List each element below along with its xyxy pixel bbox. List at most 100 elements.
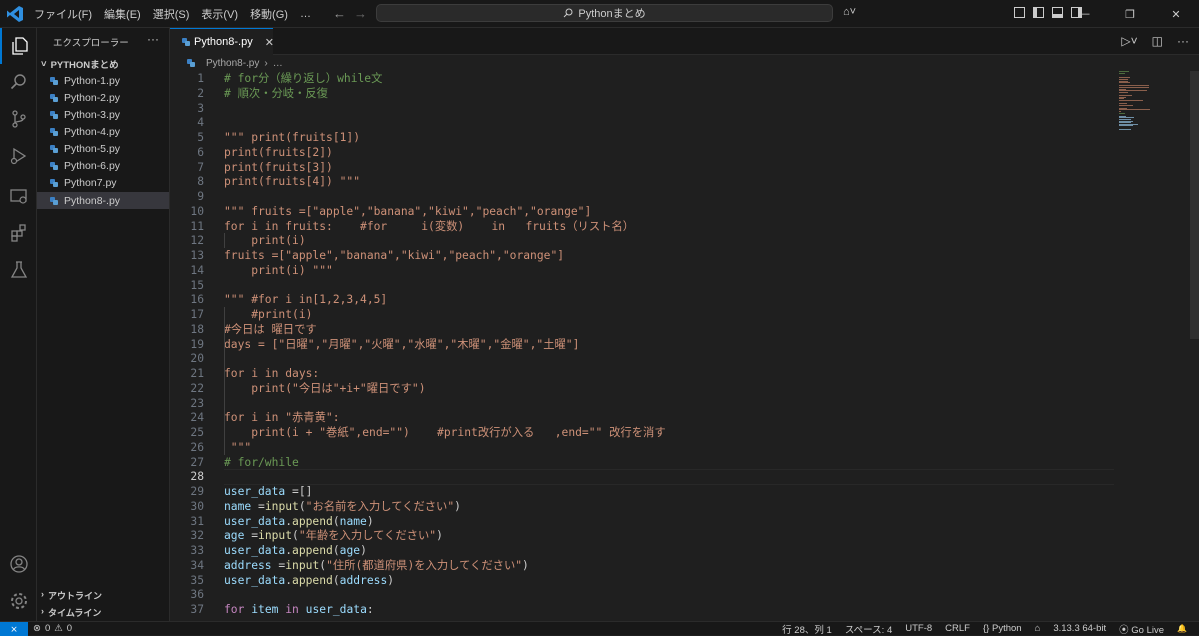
code-line[interactable]: 29 user_data =[] [170, 484, 1110, 499]
account-icon[interactable] [0, 546, 37, 582]
breadcrumb-file[interactable]: Python8-.py [206, 58, 259, 69]
code-line[interactable]: 8 print(fruits[4]) """ [170, 174, 1110, 189]
code-text: print(fruits[3]) [224, 160, 333, 174]
file-item[interactable]: Python-6.py [37, 157, 169, 174]
python-interpreter[interactable]: 3.13.3 64-bit [1053, 623, 1106, 634]
source-control-icon[interactable] [0, 101, 37, 137]
timeline-section[interactable]: › タイムライン [41, 606, 101, 619]
go-live-button[interactable]: ⦿ Go Live [1119, 622, 1164, 636]
outline-section[interactable]: › アウトライン [41, 589, 102, 602]
testing-flask-icon[interactable] [0, 252, 37, 288]
code-line[interactable]: 22 print("今日は"+i+"曜日です") [170, 381, 1110, 396]
code-line[interactable]: 3 [170, 101, 1110, 116]
explorer-sidebar: エクスプローラー ··· ˅ PYTHONまとめ Python-1.py Pyt… [37, 28, 170, 621]
code-line[interactable]: 4 [170, 115, 1110, 130]
code-line[interactable]: 5 """ print(fruits[1]) [170, 130, 1110, 145]
explorer-more-icon[interactable]: ··· [147, 32, 159, 46]
problems-indicator[interactable]: ⊗ 0 ⚠ 0 [33, 622, 72, 635]
close-window-button[interactable]: ✕ [1153, 0, 1199, 28]
file-item[interactable]: Python-5.py [37, 140, 169, 157]
code-line[interactable]: 1 # for分（繰り返し）while文 [170, 71, 1110, 86]
code-line[interactable]: 37 for item in user_data: [170, 602, 1110, 617]
code-line[interactable]: 18 #今日は 曜日です [170, 322, 1110, 337]
file-item-selected[interactable]: Python8-.py [37, 192, 169, 209]
menu-go[interactable]: 移動(G) [250, 6, 288, 22]
code-line[interactable]: 16 """ #for i in[1,2,3,4,5] [170, 292, 1110, 307]
remote-indicator-icon[interactable]: ⨯ [0, 622, 28, 636]
code-line[interactable]: 35 user_data.append(address) [170, 573, 1110, 588]
run-python-icon[interactable]: ▷˅ [1121, 34, 1137, 48]
code-line[interactable]: 32 age =input("年齢を入力してください") [170, 528, 1110, 543]
code-line[interactable]: 15 [170, 278, 1110, 293]
close-tab-icon[interactable]: ✕ [265, 36, 274, 49]
remote-explorer-icon[interactable] [0, 178, 37, 214]
scrollbar-thumb[interactable] [1190, 71, 1199, 339]
code-line[interactable]: 21 for i in days: [170, 366, 1110, 381]
customize-layout-icon[interactable] [1014, 7, 1025, 18]
run-and-debug-icon[interactable] [0, 138, 37, 174]
menu-file[interactable]: ファイル(F) [34, 6, 92, 22]
code-line[interactable]: 10 """ fruits =["apple","banana","kiwi","… [170, 204, 1110, 219]
folder-header[interactable]: ˅ PYTHONまとめ [41, 57, 119, 72]
code-line[interactable]: 2 # 順次・分岐・反復 [170, 86, 1110, 101]
code-line[interactable]: 12 print(i) [170, 233, 1110, 248]
cursor-position[interactable]: 行 28、列 1 [782, 622, 832, 636]
code-line[interactable]: 36 [170, 587, 1110, 602]
language-mode[interactable]: {} Python [983, 623, 1022, 634]
split-editor-icon[interactable]: ◫ [1152, 34, 1163, 48]
code-line[interactable]: 25 print(i + "巻紙",end="") #print改行が入る ,e… [170, 425, 1110, 440]
file-item[interactable]: Python-1.py [37, 72, 169, 89]
code-line[interactable]: 19 days = ["日曜","月曜","火曜","水曜","木曜","金曜",… [170, 337, 1110, 352]
copilot-status-icon[interactable]: ⌂ [1035, 623, 1041, 634]
code-line[interactable]: 27 # for/while [170, 455, 1110, 470]
settings-gear-icon[interactable] [0, 583, 37, 619]
code-text: for item in user_data: [224, 603, 374, 616]
code-line[interactable]: 28 [170, 469, 1114, 486]
restore-button[interactable]: ❐ [1107, 0, 1153, 28]
forward-arrow-icon[interactable]: → [354, 6, 367, 21]
minimize-button[interactable]: — [1061, 0, 1107, 28]
code-line[interactable]: 20 [170, 351, 1110, 366]
code-editor[interactable]: 1 # for分（繰り返し）while文 2 # 順次・分岐・反復 3 4 5 """ pri… [170, 71, 1199, 621]
code-line[interactable]: 34 address =input("住所(都道府県)を入力してください") [170, 558, 1110, 573]
breadcrumb-symbols[interactable]: … [273, 58, 283, 69]
menu-edit[interactable]: 編集(E) [104, 6, 141, 22]
code-line[interactable]: 24 for i in "赤青黄": [170, 410, 1110, 425]
more-actions-icon[interactable]: ··· [1177, 34, 1189, 48]
menu-more[interactable]: … [300, 8, 311, 20]
code-line[interactable]: 31 user_data.append(name) [170, 514, 1110, 529]
indentation[interactable]: スペース: 4 [845, 622, 892, 636]
code-line[interactable]: 6 print(fruits[2]) [170, 145, 1110, 160]
copilot-menu-icon[interactable]: ⌂˅ [843, 6, 856, 18]
code-line[interactable]: 13 fruits =["apple","banana","kiwi","peac… [170, 248, 1110, 263]
extensions-icon[interactable] [0, 215, 37, 251]
command-center-search[interactable]: Pythonまとめ [376, 4, 833, 22]
search-icon[interactable] [0, 64, 37, 100]
minimap[interactable] [1117, 71, 1165, 131]
code-line[interactable]: 26 """ [170, 440, 1110, 455]
menu-selection[interactable]: 選択(S) [153, 6, 190, 22]
code-line[interactable]: 11 for i in fruits: #for i(変数) in fruits（… [170, 219, 1110, 234]
file-item[interactable]: Python-4.py [37, 123, 169, 140]
code-line[interactable]: 23 [170, 396, 1110, 411]
editor-tab[interactable]: Python8-.py ✕ [170, 28, 274, 55]
notifications-bell-icon[interactable]: 🔔 [1177, 624, 1187, 633]
explorer-icon[interactable] [0, 28, 37, 64]
code-line[interactable]: 9 [170, 189, 1110, 204]
code-line[interactable]: 7 print(fruits[3]) [170, 160, 1110, 175]
line-number: 32 [190, 529, 204, 543]
code-line[interactable]: 17 #print(i) [170, 307, 1110, 322]
file-item[interactable]: Python-2.py [37, 89, 169, 106]
end-of-line[interactable]: CRLF [945, 623, 970, 634]
back-arrow-icon[interactable]: ← [333, 6, 346, 21]
toggle-primary-sidebar-icon[interactable] [1033, 7, 1044, 18]
code-line[interactable]: 14 print(i) """ [170, 263, 1110, 278]
code-line[interactable]: 30 name =input("お名前を入力してください") [170, 499, 1110, 514]
encoding[interactable]: UTF-8 [905, 623, 932, 634]
chevron-down-icon: ˅ [41, 58, 47, 70]
menu-view[interactable]: 表示(V) [201, 6, 238, 22]
file-item[interactable]: Python-3.py [37, 106, 169, 123]
code-line[interactable]: 33 user_data.append(age) [170, 543, 1110, 558]
file-item[interactable]: Python7.py [37, 174, 169, 191]
code-text: name =input("お名前を入力してください") [224, 499, 461, 513]
